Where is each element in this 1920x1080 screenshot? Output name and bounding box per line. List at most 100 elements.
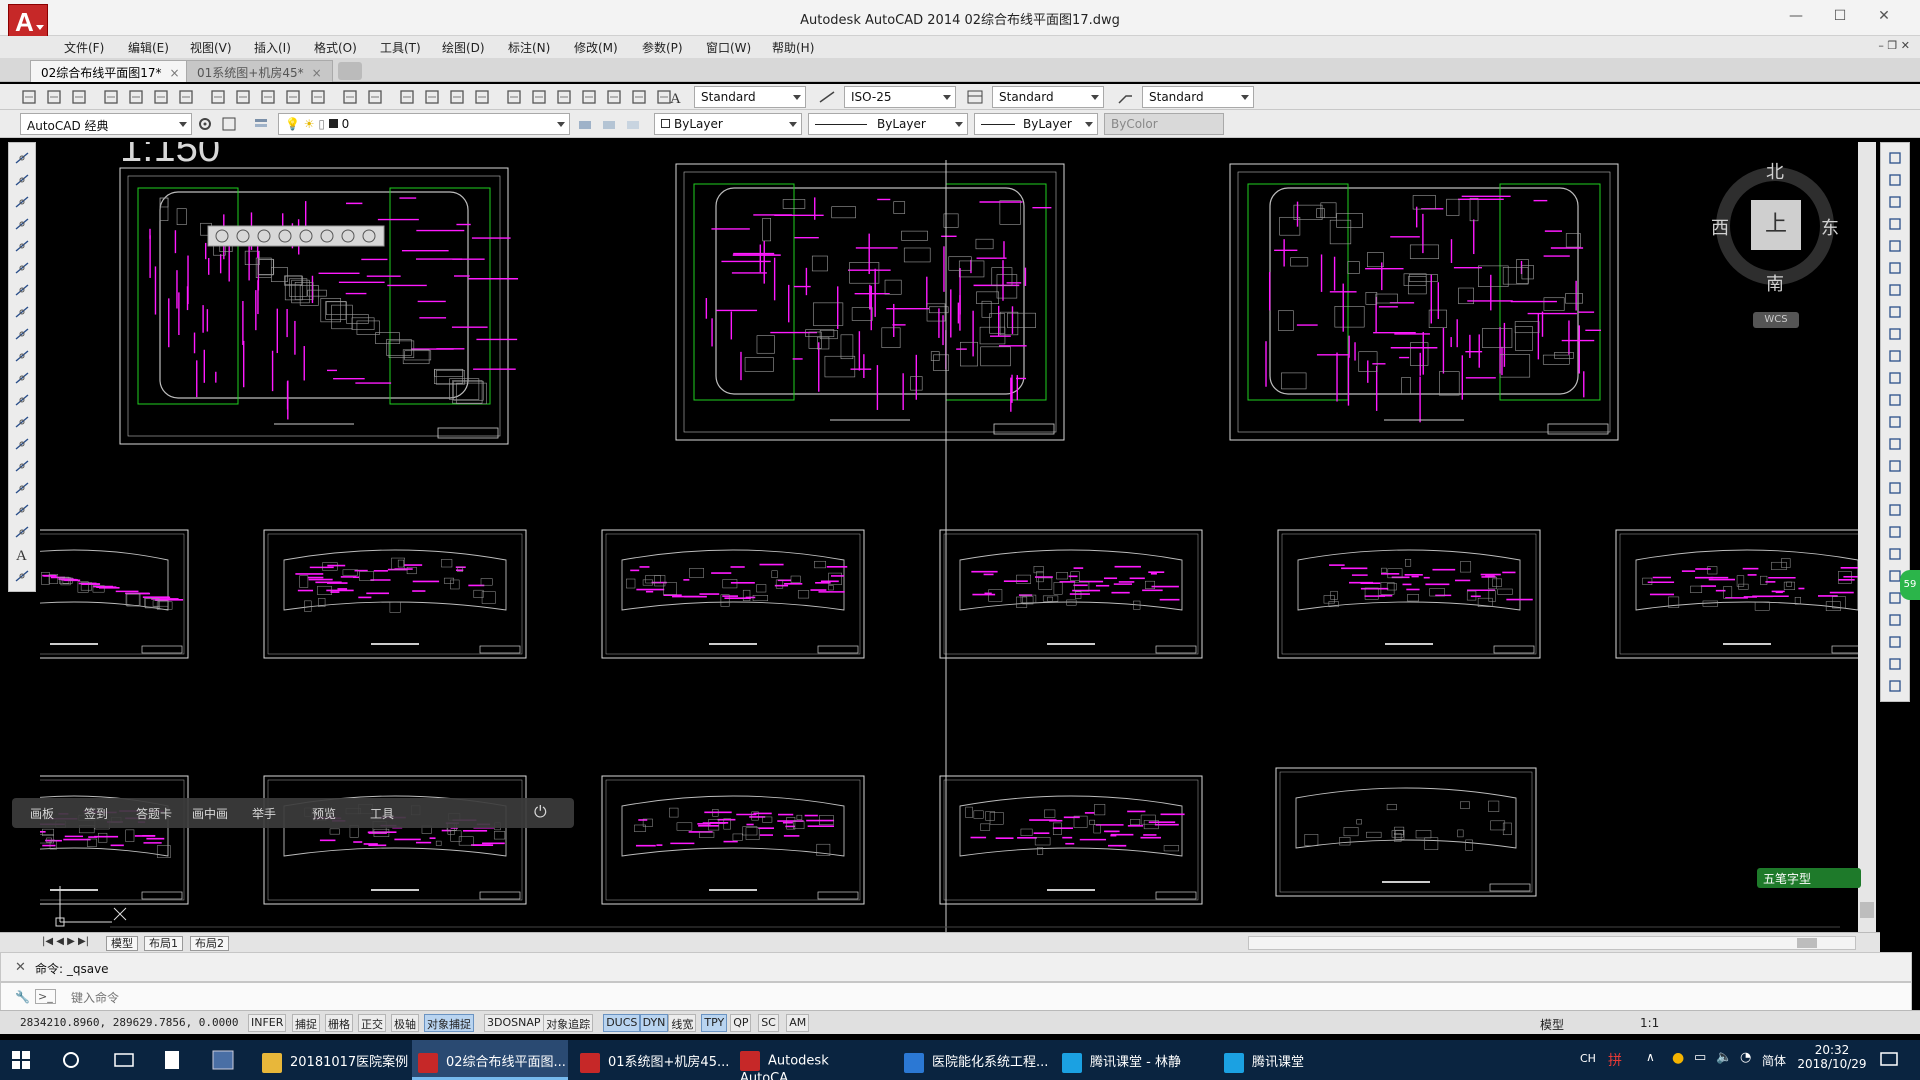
status-toggle-tpy[interactable]: TPY — [701, 1014, 728, 1032]
compass-west[interactable]: 西 — [1711, 214, 1729, 240]
tray-battery-icon[interactable]: ▭ — [1694, 1050, 1706, 1065]
undo-icon[interactable] — [341, 88, 359, 106]
menu-edit[interactable]: 编辑(E) — [128, 39, 169, 56]
mirror-icon[interactable] — [1886, 193, 1904, 211]
color-select[interactable]: ByLayer — [654, 113, 802, 135]
trim-icon[interactable] — [1886, 347, 1904, 365]
text-style-icon[interactable]: A — [668, 88, 686, 107]
tray-ime-icon[interactable]: 拼 — [1608, 1050, 1622, 1070]
command-input[interactable] — [71, 988, 1871, 1008]
taskbar-app-3[interactable]: Autodesk AutoCA... — [734, 1040, 890, 1080]
status-toggle-3dosnap[interactable]: 3DOSNAP — [484, 1014, 544, 1032]
save-icon[interactable] — [70, 88, 88, 106]
compass-north[interactable]: 北 — [1766, 158, 1784, 184]
tab-layout2[interactable]: 布局2 — [190, 936, 229, 951]
tray-clock[interactable]: 20:32 2018/10/29 — [1792, 1043, 1872, 1071]
print-icon[interactable] — [102, 88, 120, 106]
menu-tools[interactable]: 工具(T) — [380, 39, 421, 56]
coordinate-readout[interactable]: 2834210.8960, 289629.7856, 0.0000 — [20, 1016, 239, 1029]
tab-model[interactable]: 模型 — [106, 936, 138, 951]
blend-icon[interactable] — [1886, 501, 1904, 519]
status-toggle-sc[interactable]: SC — [758, 1014, 779, 1032]
array-icon[interactable] — [1886, 237, 1904, 255]
insert-block-icon[interactable] — [13, 391, 31, 409]
tray-qq-icon[interactable]: ● — [1672, 1050, 1684, 1066]
maximize-button[interactable]: ☐ — [1826, 6, 1854, 26]
palette-raise-hand[interactable]: 举手 — [252, 805, 276, 822]
publish-icon[interactable] — [152, 88, 170, 106]
multiline-text-icon[interactable]: A — [13, 545, 31, 564]
close-tab-icon[interactable]: × — [312, 66, 322, 80]
copy-object-icon[interactable] — [1886, 171, 1904, 189]
palette-preview[interactable]: 预览 — [312, 805, 336, 822]
markup-icon[interactable] — [605, 88, 623, 106]
viewcube-top-face[interactable]: 上 — [1751, 200, 1801, 250]
taskbar-app-5[interactable]: 腾讯课堂 - 林静 — [1056, 1040, 1212, 1080]
ellipse-icon[interactable] — [13, 347, 31, 365]
erase-icon[interactable] — [1886, 149, 1904, 167]
palette-pip[interactable]: 画中画 — [192, 805, 228, 822]
pan-icon[interactable] — [398, 88, 416, 106]
task-view-icon[interactable] — [114, 1051, 134, 1069]
command-prompt-icon[interactable]: >_ — [35, 989, 56, 1004]
app-pinned-icon[interactable] — [212, 1050, 234, 1070]
line-icon[interactable] — [13, 149, 31, 167]
paste-icon[interactable] — [259, 88, 277, 106]
compass-south[interactable]: 南 — [1766, 270, 1784, 296]
workspace-save-icon[interactable] — [220, 115, 238, 133]
status-toggle-infer[interactable]: INFER — [248, 1014, 287, 1032]
tray-wifi-icon[interactable]: ◔ — [1740, 1050, 1751, 1065]
table-style-icon[interactable] — [966, 88, 984, 106]
status-toggle-极轴[interactable]: 极轴 — [391, 1014, 419, 1032]
table-icon[interactable] — [13, 523, 31, 541]
menu-modify[interactable]: 修改(M) — [574, 39, 618, 56]
menu-format[interactable]: 格式(O) — [314, 39, 357, 56]
tab-nav-arrows-icon[interactable]: |◀ ◀ ▶ ▶| — [42, 936, 89, 947]
zoom-window-icon[interactable] — [448, 88, 466, 106]
menu-window[interactable]: 窗口(W) — [706, 39, 751, 56]
new-tab-button[interactable] — [338, 62, 362, 80]
sheet-set-icon[interactable] — [580, 88, 598, 106]
taskbar-app-1[interactable]: 02综合布线平面图... — [412, 1040, 568, 1080]
menu-insert[interactable]: 插入(I) — [254, 39, 291, 56]
linetype-select[interactable]: ByLayer — [808, 113, 968, 135]
file-icon[interactable] — [164, 1050, 180, 1070]
status-toggle-dyn[interactable]: DYN — [639, 1014, 669, 1032]
status-toggle-捕捉[interactable]: 捕捉 — [292, 1014, 320, 1032]
menu-dimension[interactable]: 标注(N) — [508, 39, 550, 56]
status-toggle-am[interactable]: AM — [786, 1014, 810, 1032]
design-center-icon[interactable] — [530, 88, 548, 106]
rotate-icon[interactable] — [1886, 281, 1904, 299]
workspace-select[interactable]: AutoCAD 经典 — [20, 113, 192, 135]
offset-icon[interactable] — [1886, 215, 1904, 233]
compass-east[interactable]: 东 — [1821, 214, 1839, 240]
windows-start-icon[interactable] — [12, 1051, 30, 1069]
region-icon[interactable] — [13, 501, 31, 519]
status-toggle-qp[interactable]: QP — [730, 1014, 752, 1032]
make-current-layer-icon[interactable] — [576, 115, 594, 133]
table-style-select[interactable]: Standard — [992, 86, 1104, 108]
close-tab-icon[interactable]: × — [170, 66, 180, 80]
notification-center-icon[interactable] — [1880, 1051, 1898, 1069]
power-icon[interactable]: ⏻ — [534, 802, 547, 822]
h-scroll-thumb[interactable] — [1797, 938, 1817, 948]
3d-print-icon[interactable] — [177, 88, 195, 106]
break-point-icon[interactable] — [1886, 391, 1904, 409]
status-toggle-线宽[interactable]: 线宽 — [668, 1014, 697, 1032]
layer-properties-icon[interactable] — [252, 115, 270, 133]
chamfer-icon[interactable] — [1886, 457, 1904, 475]
make-block-icon[interactable] — [13, 413, 31, 431]
layer-state-icon[interactable] — [624, 115, 642, 133]
polygon-icon[interactable] — [13, 215, 31, 233]
taskbar-app-2[interactable]: 01系统图+机房45... — [574, 1040, 730, 1080]
annotation-scale[interactable]: 1:1 — [1640, 1016, 1659, 1030]
viewcube[interactable]: 北 南 西 东 上 WCS — [1705, 152, 1845, 332]
taskbar-app-4[interactable]: 医院能化系统工程... — [898, 1040, 1054, 1080]
status-toggle-ducs[interactable]: DUCS — [603, 1014, 641, 1032]
scale-icon[interactable] — [1886, 303, 1904, 321]
dim-style-select[interactable]: ISO-25 — [844, 86, 956, 108]
layer-match-icon[interactable] — [1886, 633, 1904, 651]
mdi-controls[interactable]: – ❐ ✕ — [1878, 39, 1910, 52]
properties-icon[interactable] — [505, 88, 523, 106]
stretch-icon[interactable] — [1886, 325, 1904, 343]
